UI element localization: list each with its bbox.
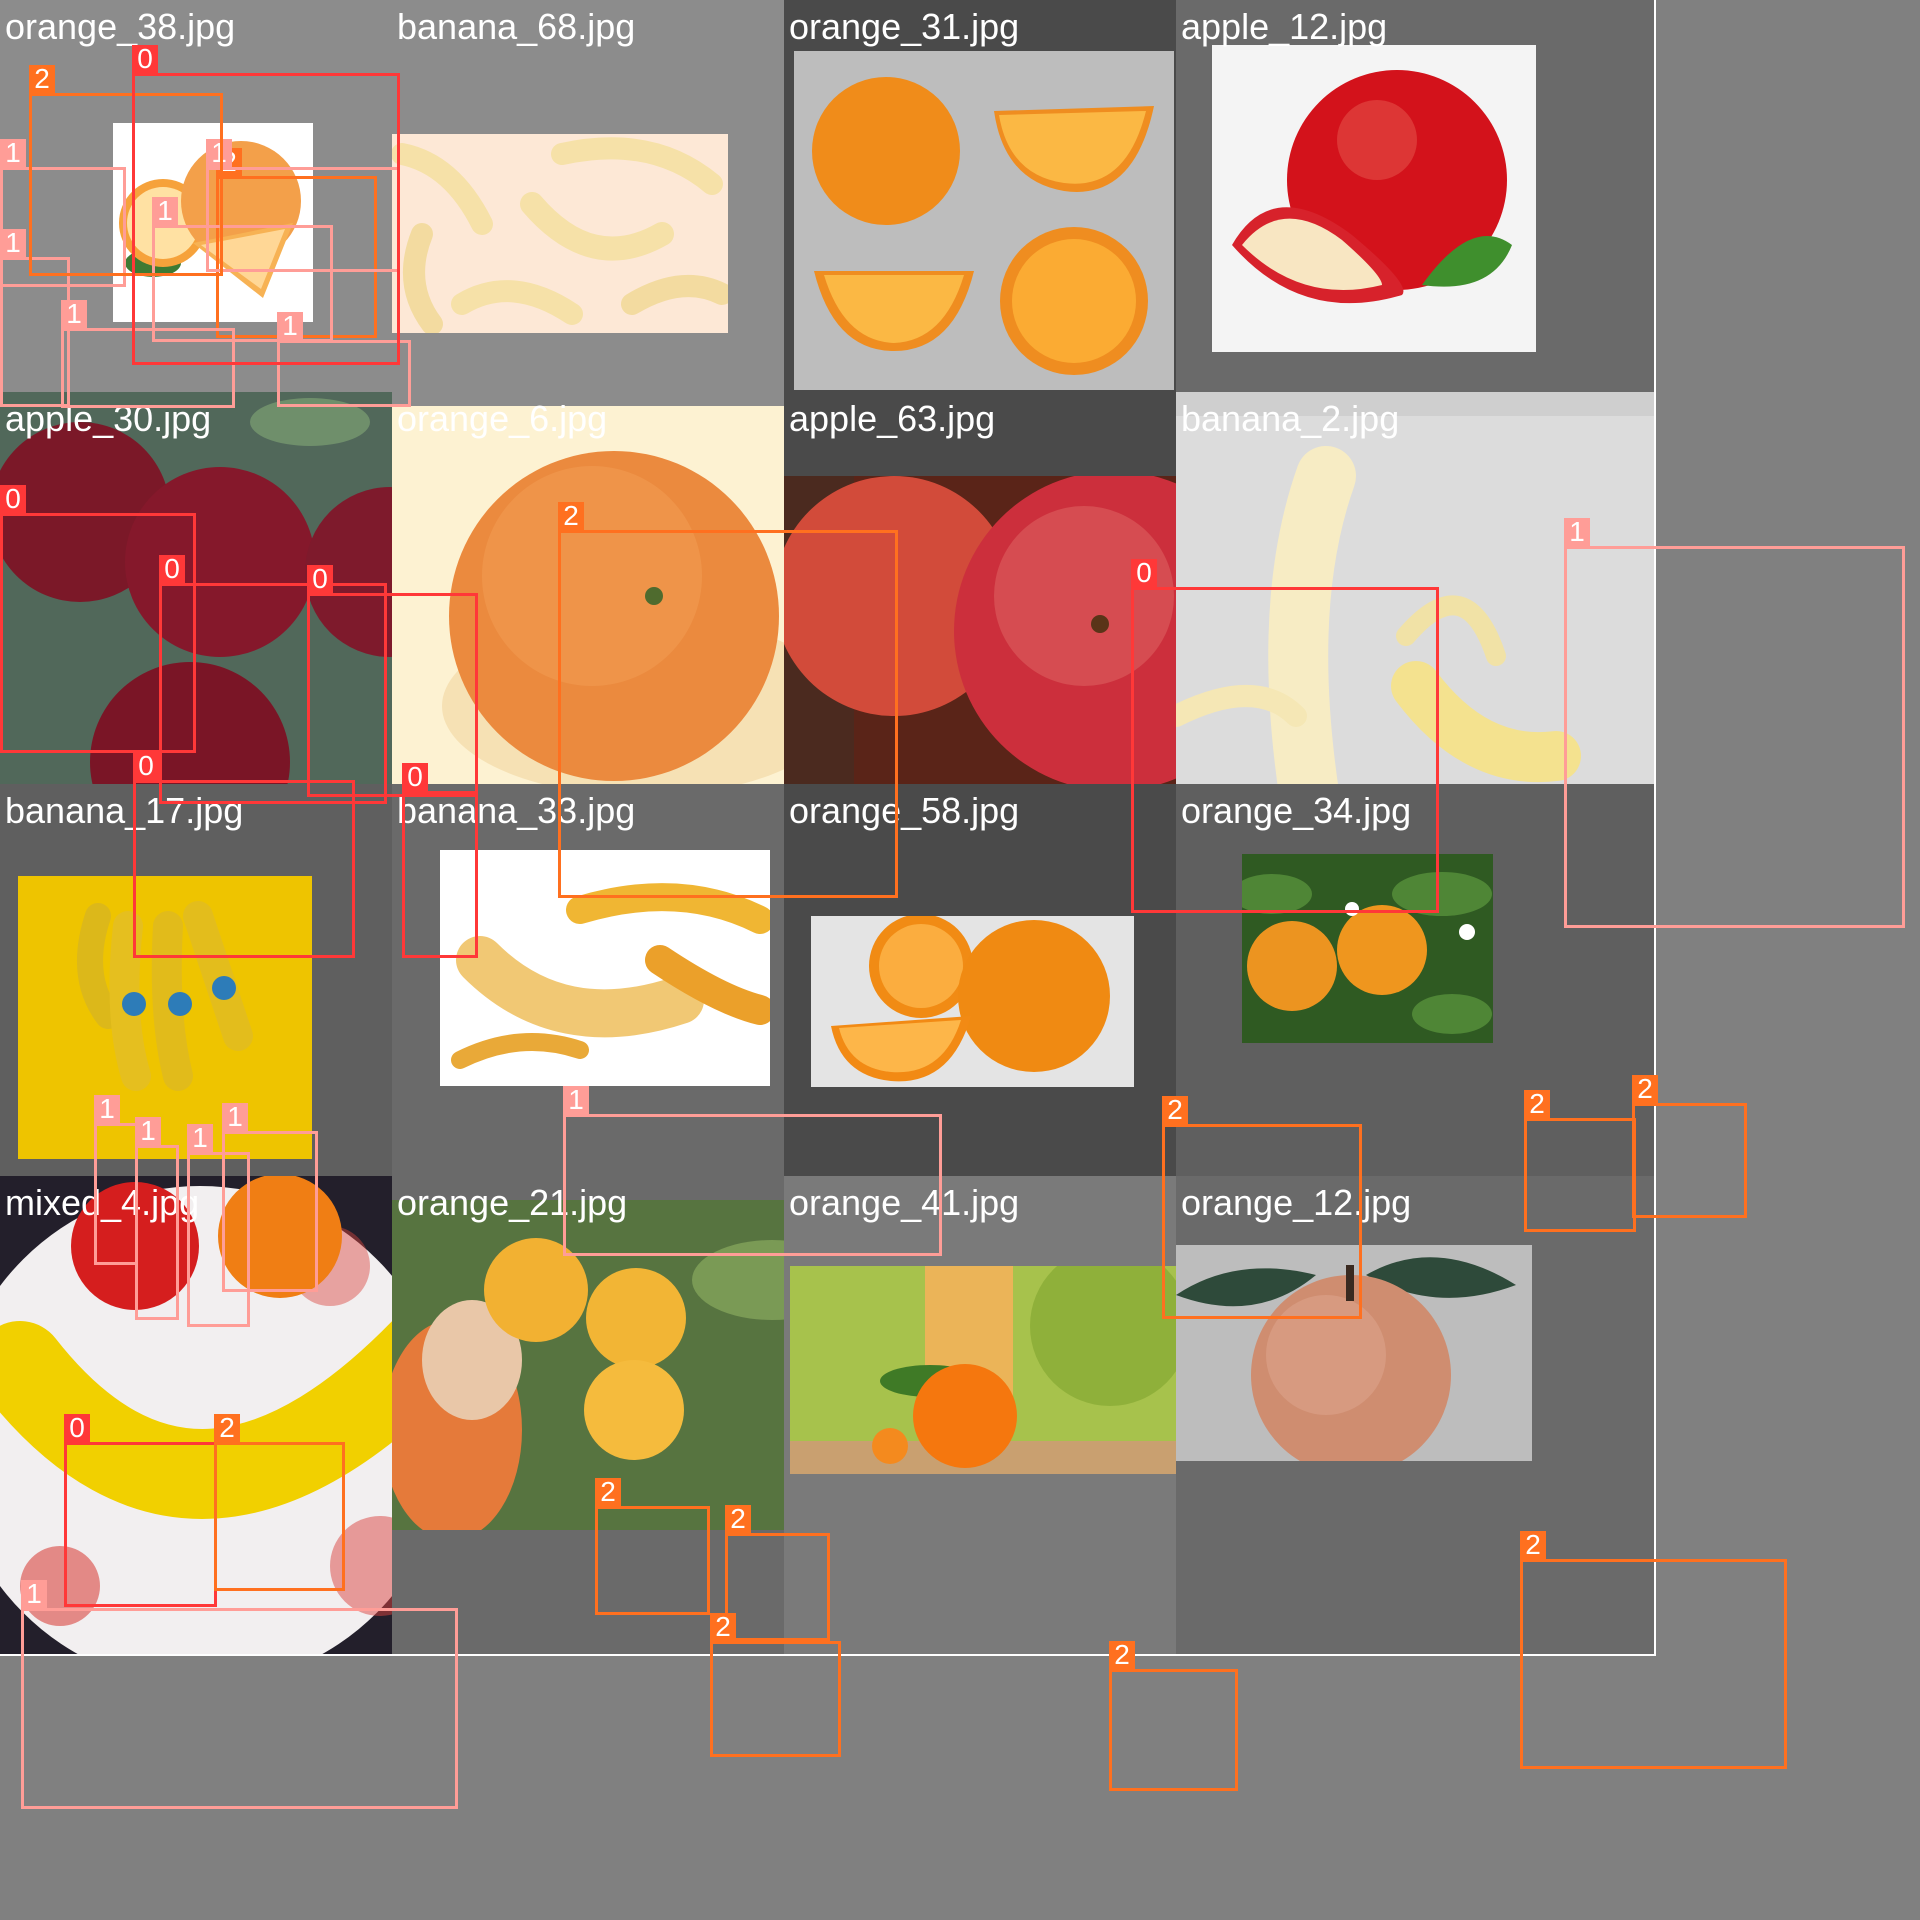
tile-filename: apple_63.jpg: [789, 398, 996, 439]
bounding-box: 1: [0, 229, 70, 407]
bounding-box: 0: [64, 1414, 217, 1607]
class-label: 2: [595, 1478, 621, 1506]
bounding-box: 2: [595, 1478, 710, 1615]
class-label: 0: [159, 555, 185, 583]
bounding-box: 1: [135, 1117, 179, 1320]
class-label: 1: [0, 229, 26, 257]
class-label: 2: [214, 1414, 240, 1442]
bounding-box: 1: [21, 1580, 458, 1809]
bounding-box: 2: [710, 1613, 841, 1757]
bounding-box: 0: [1131, 559, 1439, 913]
bounding-box: 2: [1632, 1075, 1747, 1218]
class-label: 0: [132, 45, 158, 73]
class-label: 0: [1131, 559, 1157, 587]
bounding-box: 1: [563, 1086, 942, 1256]
detection-mosaic: orange_38.jpg banana_68.jpg orange_31.jp…: [0, 0, 1920, 1920]
class-label: 0: [307, 565, 333, 593]
class-label: 1: [563, 1086, 589, 1114]
orange-photo: [811, 916, 1134, 1087]
class-label: 1: [0, 139, 26, 167]
bounding-box: 1: [1564, 518, 1905, 928]
tile-filename: apple_12.jpg: [1181, 6, 1388, 47]
bounding-box: 2: [1109, 1641, 1238, 1791]
class-label: 1: [61, 300, 87, 328]
class-label: 1: [135, 1117, 161, 1145]
class-label: 2: [1524, 1090, 1550, 1118]
apple-photo: [1212, 45, 1536, 352]
class-label: 1: [21, 1580, 47, 1608]
bounding-box: 0: [307, 565, 478, 797]
class-label: 1: [187, 1124, 213, 1152]
tile-filename: banana_2.jpg: [1181, 398, 1400, 439]
orange-photo: [794, 51, 1174, 390]
class-label: 2: [725, 1505, 751, 1533]
tile-filename: orange_38.jpg: [5, 6, 236, 47]
bounding-box: 2: [1162, 1096, 1362, 1319]
bounding-box: 2: [1520, 1531, 1787, 1769]
class-label: 0: [133, 752, 159, 780]
bounding-box: 2: [725, 1505, 830, 1641]
orange-photo: [790, 1266, 1178, 1474]
class-label: 0: [0, 485, 26, 513]
class-label: 2: [29, 65, 55, 93]
bounding-box: 1: [94, 1095, 138, 1265]
class-label: 1: [1564, 518, 1590, 546]
tile-filename: orange_31.jpg: [789, 6, 1020, 47]
tile-filename: banana_68.jpg: [397, 6, 636, 47]
class-label: 0: [402, 763, 428, 791]
bounding-box: 1: [222, 1103, 318, 1292]
class-label: 1: [222, 1103, 248, 1131]
bounding-box: 0: [132, 45, 400, 365]
class-label: 2: [558, 502, 584, 530]
class-label: 2: [1520, 1531, 1546, 1559]
class-label: 0: [64, 1414, 90, 1442]
class-label: 2: [710, 1613, 736, 1641]
class-label: 2: [1162, 1096, 1188, 1124]
class-label: 1: [94, 1095, 120, 1123]
bounding-box: 2: [558, 502, 898, 898]
class-label: 2: [1632, 1075, 1658, 1103]
bounding-box: 2: [214, 1414, 345, 1591]
tile-filename: orange_6.jpg: [397, 398, 608, 439]
bounding-box: 0: [133, 752, 355, 958]
banana-photo: [392, 134, 728, 333]
class-label: 2: [1109, 1641, 1135, 1669]
bounding-box: 2: [1524, 1090, 1636, 1232]
bounding-box: 0: [402, 763, 478, 958]
